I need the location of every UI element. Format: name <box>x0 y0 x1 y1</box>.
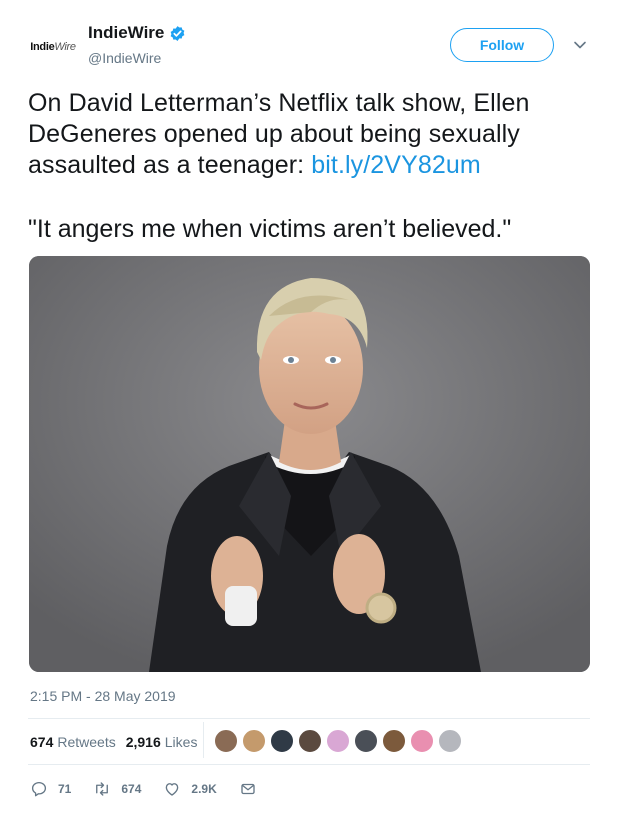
tweet-quote: "It angers me when victims aren’t believ… <box>28 215 512 243</box>
liker-avatar[interactable] <box>354 729 378 753</box>
liker-avatar[interactable] <box>438 729 462 753</box>
liker-avatar[interactable] <box>410 729 434 753</box>
tweet-photo[interactable] <box>29 256 590 672</box>
like-button[interactable]: 2.9K <box>163 780 217 798</box>
liker-avatar[interactable] <box>326 729 350 753</box>
divider-bottom <box>28 764 590 765</box>
retweet-button[interactable]: 674 <box>93 780 141 798</box>
portrait-illustration <box>29 256 590 672</box>
reply-button[interactable]: 71 <box>30 780 71 798</box>
retweet-icon <box>96 782 109 796</box>
tweet-link[interactable]: bit.ly/2VY82um <box>311 151 481 179</box>
tweet-stats: 674 Retweets 2,916 Likes <box>30 734 207 750</box>
like-count: 2.9K <box>191 782 217 796</box>
author-name-text: IndieWire <box>88 23 165 42</box>
likers-avatars <box>214 729 466 753</box>
envelope-icon <box>241 783 255 795</box>
author-handle[interactable]: @IndieWire <box>88 50 161 66</box>
follow-button[interactable]: Follow <box>450 28 554 62</box>
stats-separator <box>203 722 204 758</box>
liker-avatar[interactable] <box>382 729 406 753</box>
divider-top <box>28 718 590 719</box>
tweet-actions: 71 674 2.9K <box>30 780 289 798</box>
tweet-text: On David Letterman’s Netflix talk show, … <box>28 88 598 181</box>
likes-stat[interactable]: 2,916 Likes <box>126 734 198 750</box>
author-avatar[interactable]: IndieWire <box>28 30 78 64</box>
liker-avatar[interactable] <box>270 729 294 753</box>
likes-count: 2,916 <box>125 734 161 750</box>
liker-avatar[interactable] <box>298 729 322 753</box>
tweet-timestamp[interactable]: 2:15 PM - 28 May 2019 <box>30 688 176 704</box>
likes-label: Likes <box>164 734 198 750</box>
retweets-count: 674 <box>30 734 54 750</box>
liker-avatar[interactable] <box>214 729 238 753</box>
verified-badge-icon <box>170 25 185 41</box>
retweet-count: 674 <box>121 782 142 796</box>
indiewire-logo: IndieWire <box>30 41 76 53</box>
direct-message-button[interactable] <box>239 780 267 798</box>
retweets-label: Retweets <box>57 734 116 750</box>
author-display-name[interactable]: IndieWire <box>88 23 186 43</box>
liker-avatar[interactable] <box>242 729 266 753</box>
retweets-stat[interactable]: 674 Retweets <box>30 734 116 750</box>
chevron-down-icon[interactable] <box>573 38 587 52</box>
heart-icon <box>166 783 179 796</box>
reply-icon <box>31 781 47 797</box>
reply-count: 71 <box>58 782 72 796</box>
